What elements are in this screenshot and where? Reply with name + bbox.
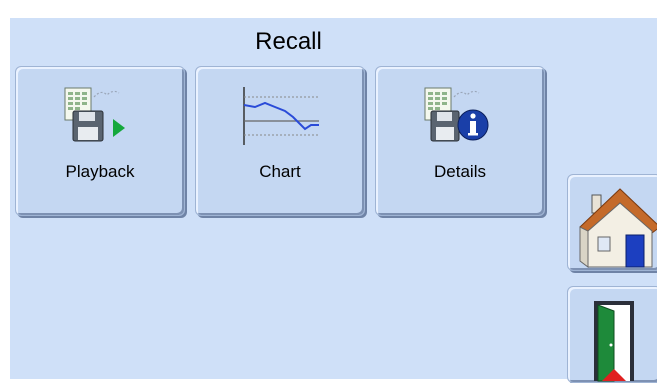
playback-icon xyxy=(64,87,125,142)
playback-label: Playback xyxy=(65,162,135,181)
exit-button[interactable] xyxy=(567,286,657,383)
home-button[interactable] xyxy=(567,174,657,271)
screen-title: Recall xyxy=(255,28,322,55)
details-label: Details xyxy=(434,162,486,181)
details-button[interactable]: Details xyxy=(375,66,545,216)
details-icon xyxy=(424,87,489,142)
chart-button[interactable]: Chart xyxy=(195,66,365,216)
recall-screen: Recall Playback Chart Details xyxy=(10,18,657,383)
chart-label: Chart xyxy=(259,162,301,181)
exit-door-icon xyxy=(594,301,634,382)
home-icon xyxy=(579,188,657,268)
playback-button[interactable]: Playback xyxy=(15,66,185,216)
chart-icon xyxy=(243,87,319,145)
